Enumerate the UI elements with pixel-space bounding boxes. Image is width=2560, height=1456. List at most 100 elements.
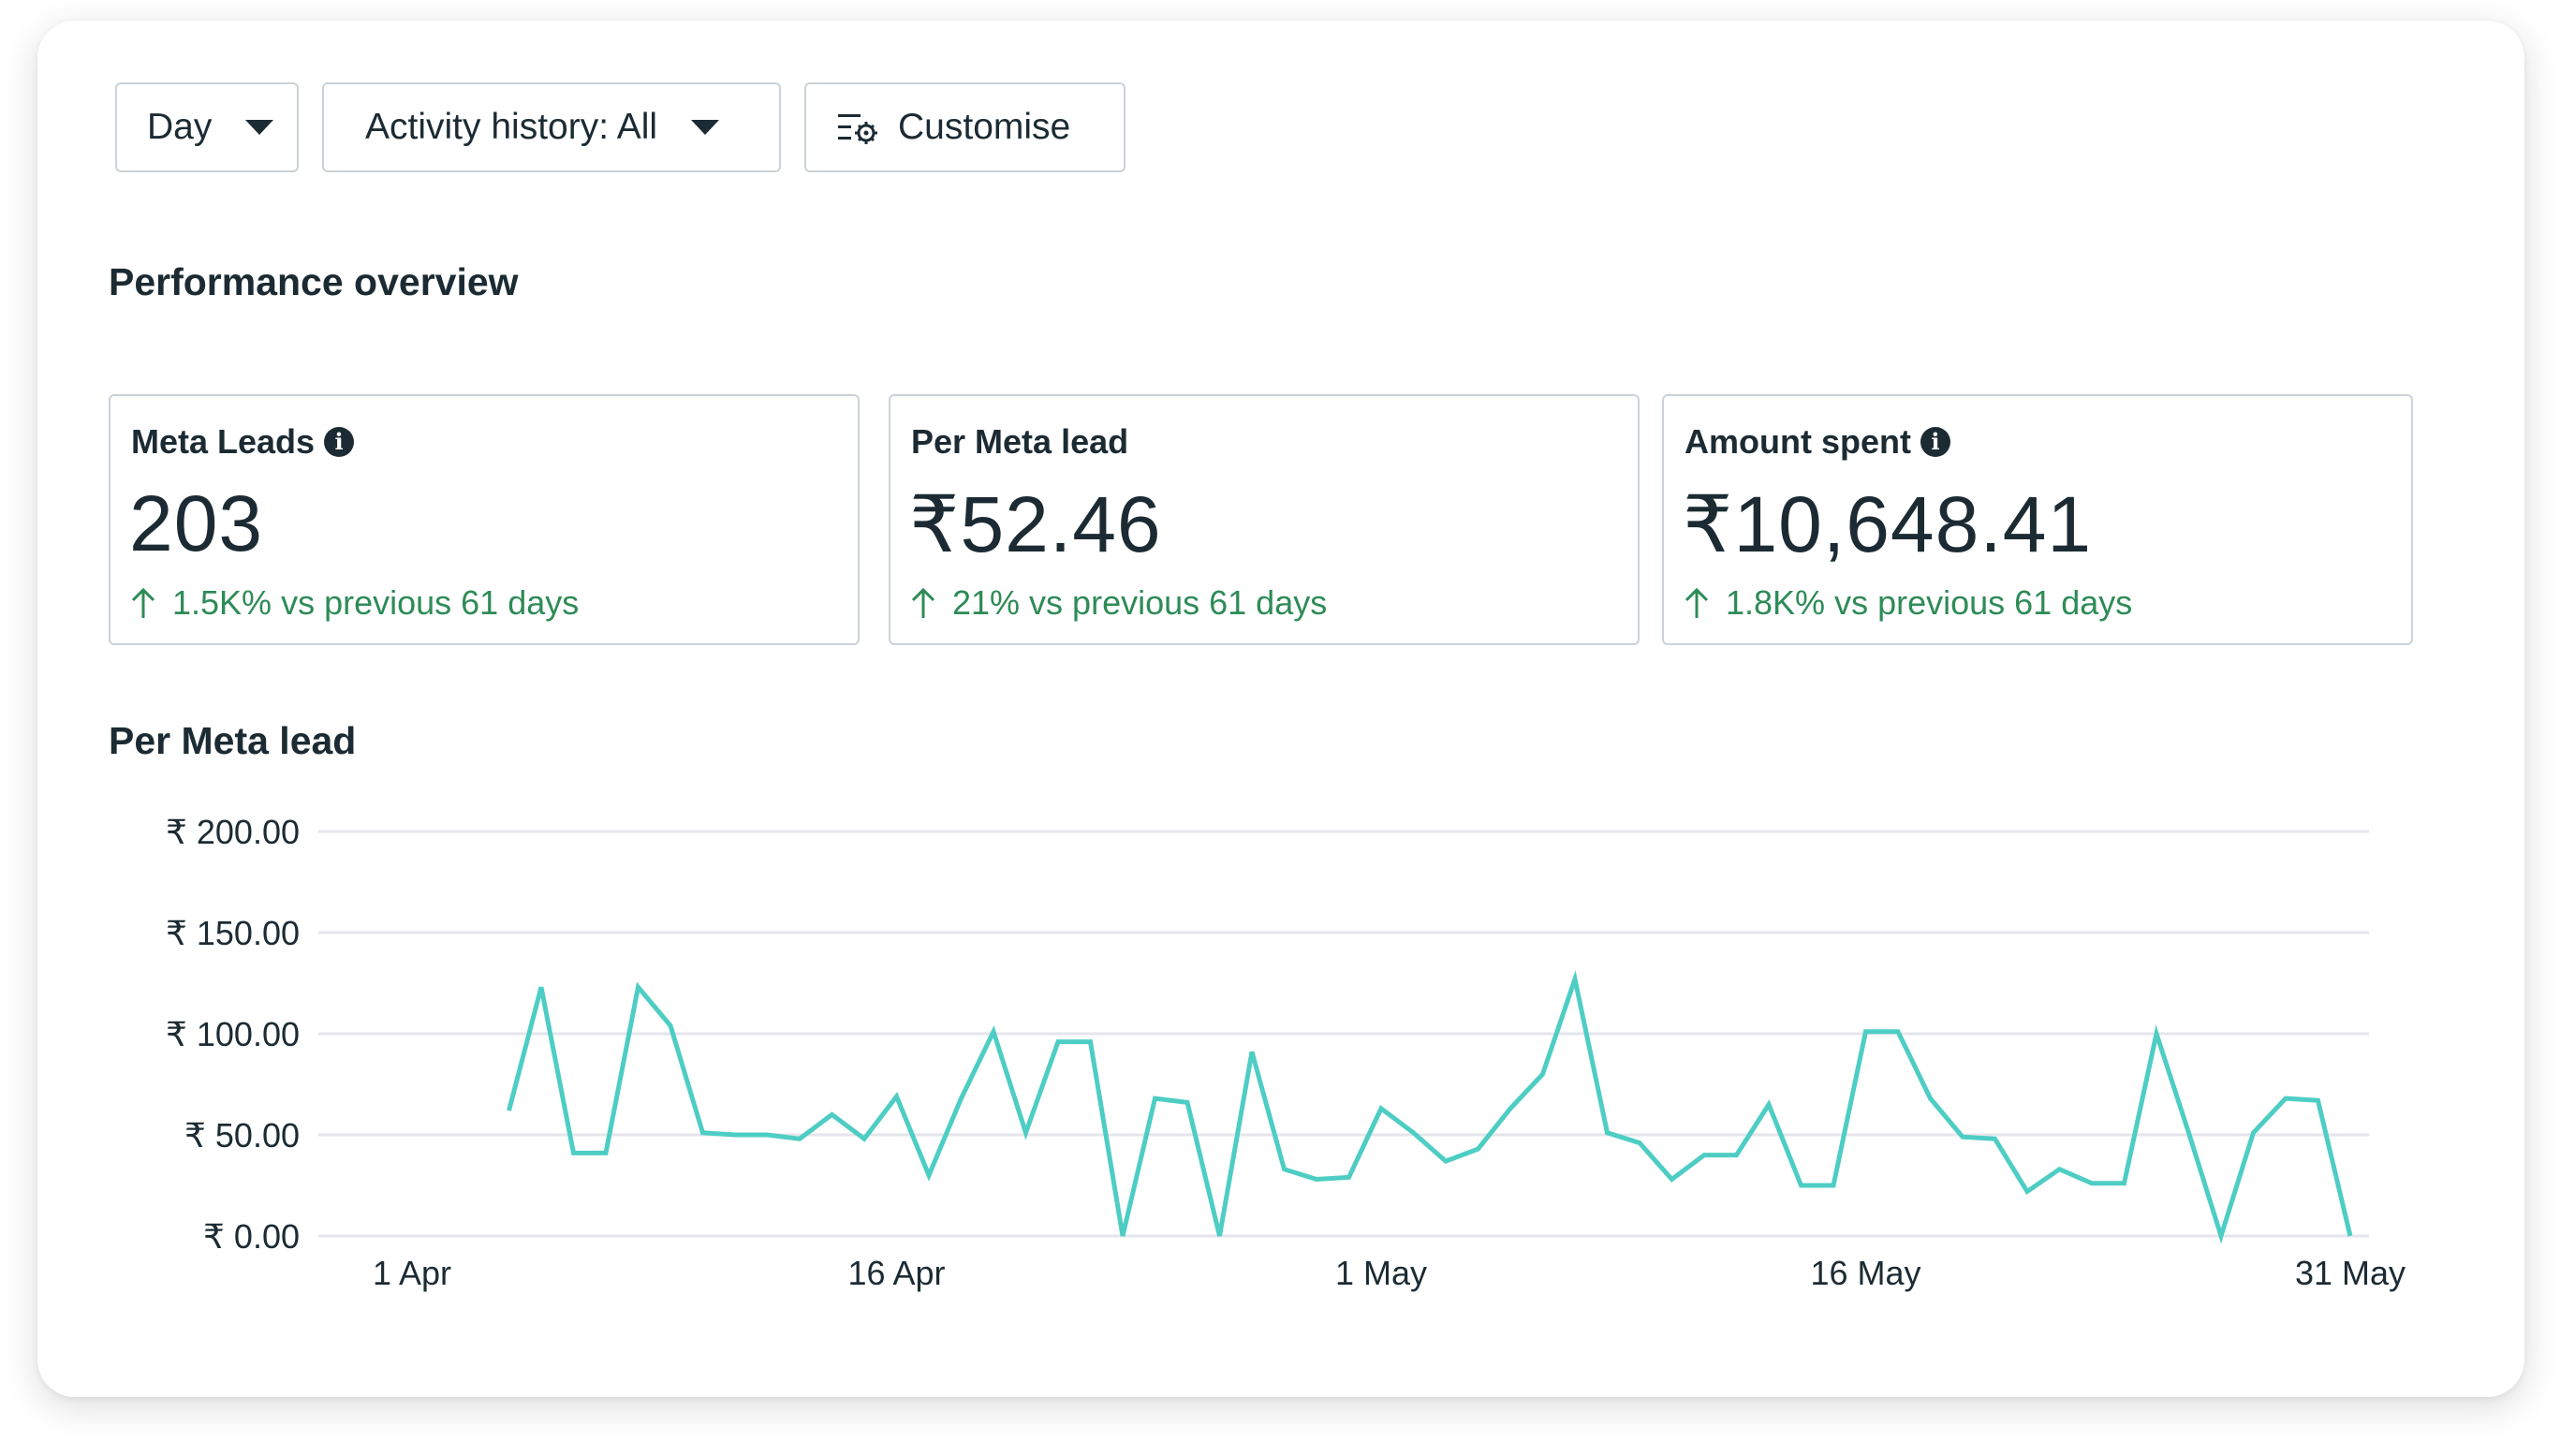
chart-title: Per Meta lead (109, 719, 357, 762)
data-point[interactable] (1600, 1125, 1615, 1140)
metric-delta-text: 1.8K% vs previous 61 days (1726, 583, 2133, 622)
day-dropdown[interactable]: Day (115, 82, 299, 172)
data-point[interactable] (1826, 1178, 1841, 1193)
data-point[interactable] (1503, 1101, 1518, 1116)
data-point[interactable] (2182, 1125, 2197, 1140)
data-point[interactable] (986, 1024, 1001, 1039)
data-point[interactable] (728, 1127, 743, 1142)
data-point[interactable] (1923, 1091, 1938, 1106)
y-tick-label: ₹ 200.00 (166, 813, 300, 851)
data-point[interactable] (1115, 1228, 1130, 1243)
performance-card: Day Activity history: All Customise Perf… (37, 21, 2524, 1397)
data-point[interactable] (857, 1131, 872, 1146)
data-point[interactable] (2214, 1228, 2229, 1243)
data-point[interactable] (534, 979, 549, 994)
info-icon[interactable]: i (324, 427, 355, 457)
metric-delta: 21% vs previous 61 days (911, 583, 1327, 623)
data-point[interactable] (1471, 1141, 1486, 1156)
data-point[interactable] (2343, 1228, 2358, 1243)
data-point[interactable] (1342, 1169, 1357, 1184)
data-point[interactable] (1859, 1024, 1874, 1039)
data-point[interactable] (2052, 1162, 2067, 1177)
data-point[interactable] (1148, 1091, 1163, 1106)
data-point[interactable] (1761, 1097, 1776, 1112)
data-point[interactable] (760, 1127, 775, 1142)
data-point[interactable] (1406, 1125, 1421, 1140)
metric-label-text: Meta Leads (131, 422, 316, 461)
day-dropdown-label: Day (147, 107, 213, 147)
data-point[interactable] (1051, 1035, 1066, 1050)
data-point[interactable] (1665, 1172, 1680, 1187)
data-point[interactable] (1536, 1066, 1551, 1081)
customise-settings-icon (838, 114, 877, 144)
data-point[interactable] (1309, 1172, 1324, 1187)
chart-y-axis: ₹ 0.00 ₹ 50.00 ₹ 100.00 ₹ 150.00 ₹ 200.00 (166, 813, 300, 1256)
data-point[interactable] (1955, 1129, 1970, 1144)
y-tick-label: ₹ 50.00 (184, 1116, 300, 1155)
customise-button[interactable]: Customise (804, 82, 1126, 172)
metric-label: Meta Leads i (131, 422, 355, 462)
y-tick-label: ₹ 0.00 (203, 1217, 300, 1256)
data-point[interactable] (825, 1107, 840, 1122)
data-point[interactable] (1729, 1148, 1744, 1163)
info-icon[interactable]: i (1920, 427, 1950, 457)
data-point[interactable] (2149, 1026, 2164, 1041)
data-point[interactable] (1567, 972, 1582, 987)
metric-delta-text: 21% vs previous 61 days (952, 583, 1328, 622)
metric-label-text: Amount spent (1685, 422, 1911, 461)
arrow-up-icon (911, 587, 935, 618)
data-point[interactable] (792, 1131, 807, 1146)
data-point[interactable] (1374, 1101, 1389, 1116)
data-point[interactable] (2020, 1184, 2035, 1199)
caret-down-icon (691, 120, 720, 135)
data-point[interactable] (598, 1145, 613, 1160)
data-point[interactable] (1180, 1095, 1195, 1110)
data-point[interactable] (2311, 1093, 2326, 1108)
metric-label: Amount spent i (1685, 422, 1950, 462)
data-point[interactable] (2246, 1125, 2261, 1140)
data-point[interactable] (1988, 1131, 2003, 1146)
data-point[interactable] (2117, 1176, 2132, 1191)
x-tick-label: 1 Apr (373, 1254, 451, 1292)
data-point[interactable] (1891, 1024, 1905, 1039)
data-point[interactable] (1277, 1162, 1292, 1177)
metric-card-amount-spent[interactable]: Amount spent i ₹10,648.41 1.8K% vs previ… (1662, 394, 2413, 645)
data-point[interactable] (1244, 1044, 1259, 1059)
data-point[interactable] (2278, 1091, 2293, 1106)
metric-delta: 1.5K% vs previous 61 days (131, 583, 579, 623)
metric-card-per-meta-lead[interactable]: Per Meta lead ₹52.46 21% vs previous 61 … (889, 394, 1640, 645)
data-point[interactable] (566, 1145, 581, 1160)
per-meta-lead-line-chart: ₹ 0.00 ₹ 50.00 ₹ 100.00 ₹ 150.00 ₹ 200.00 1 … (166, 813, 2406, 1292)
data-point[interactable] (502, 1103, 517, 1118)
data-point[interactable] (1438, 1154, 1453, 1169)
data-point[interactable] (954, 1091, 969, 1106)
data-point[interactable] (921, 1168, 936, 1183)
metric-card-meta-leads[interactable]: Meta Leads i 203 1.5K% vs previous 61 da… (109, 394, 860, 645)
activity-history-dropdown[interactable]: Activity history: All (322, 82, 781, 172)
data-point[interactable] (1697, 1148, 1712, 1163)
data-point[interactable] (1019, 1125, 1034, 1140)
caret-down-icon (245, 120, 274, 135)
data-point[interactable] (1213, 1228, 1228, 1243)
arrow-up-icon (1685, 587, 1709, 618)
chart-series (502, 970, 2358, 1244)
data-point[interactable] (1794, 1178, 1809, 1193)
y-tick-label: ₹ 150.00 (166, 914, 300, 952)
data-point[interactable] (631, 979, 646, 994)
metric-label: Per Meta lead (911, 422, 1128, 462)
y-tick-label: ₹ 100.00 (166, 1015, 300, 1053)
data-point[interactable] (663, 1018, 678, 1033)
metric-delta-text: 1.5K% vs previous 61 days (172, 583, 580, 622)
data-point[interactable] (1083, 1035, 1098, 1050)
chart-grid (318, 830, 2369, 1238)
data-point[interactable] (2084, 1176, 2099, 1191)
series-line (507, 970, 2353, 1244)
metric-value: ₹52.46 (909, 480, 1162, 568)
metric-value: ₹10,648.41 (1683, 480, 2093, 568)
data-point[interactable] (890, 1089, 905, 1104)
chart-x-axis: 1 Apr 16 Apr 1 May 16 May 31 May (373, 1254, 2406, 1292)
data-point[interactable] (1632, 1136, 1647, 1151)
x-tick-label: 16 May (1810, 1254, 1920, 1292)
data-point[interactable] (696, 1125, 711, 1140)
customise-label: Customise (898, 107, 1071, 147)
